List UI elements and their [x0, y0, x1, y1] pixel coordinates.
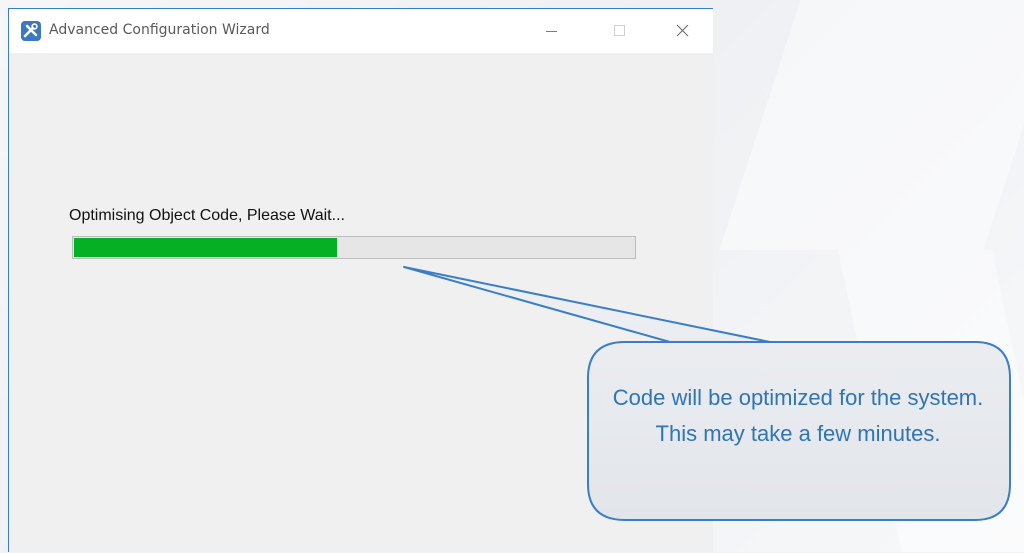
callout-text: Code will be optimized for the system. T…: [612, 385, 984, 446]
maximize-button[interactable]: [597, 9, 642, 53]
close-button[interactable]: [660, 9, 705, 53]
background-facet: [719, 0, 1024, 250]
wizard-tools-icon: [21, 21, 41, 41]
minimize-button[interactable]: [529, 9, 574, 53]
window-title: Advanced Configuration Wizard: [49, 22, 270, 38]
progress-bar: [72, 236, 636, 259]
wizard-content: Optimising Object Code, Please Wait...: [9, 53, 713, 553]
wizard-window: Advanced Configuration Wizard Optimising…: [8, 8, 713, 552]
progress-bar-fill: [74, 238, 337, 257]
title-bar[interactable]: Advanced Configuration Wizard: [9, 9, 713, 53]
progress-label: Optimising Object Code, Please Wait...: [69, 207, 345, 224]
